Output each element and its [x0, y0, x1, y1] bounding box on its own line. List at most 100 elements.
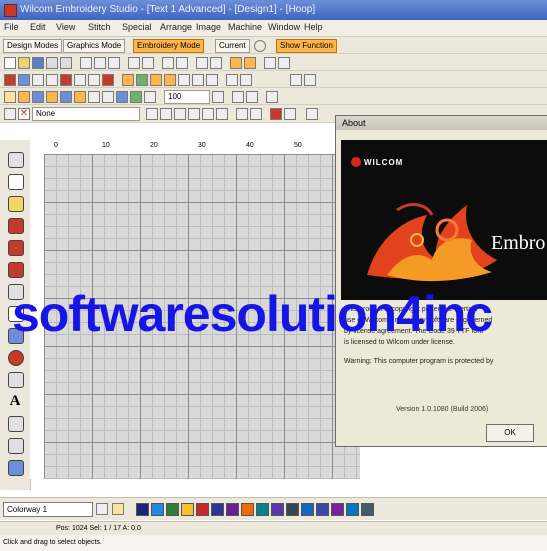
colorway-dropdown-icon[interactable]: [96, 503, 108, 515]
menu-edit[interactable]: Edit: [30, 22, 46, 32]
zoom-box-icon[interactable]: [196, 57, 208, 69]
current-button[interactable]: Current: [215, 39, 250, 53]
scale-icon[interactable]: [46, 91, 58, 103]
palette-icon[interactable]: [112, 503, 124, 515]
redo-icon[interactable]: [142, 57, 154, 69]
zoom-field[interactable]: 100: [164, 90, 210, 104]
monogram-icon[interactable]: [192, 74, 204, 86]
grid-icon[interactable]: [254, 40, 266, 52]
travel-icon[interactable]: [290, 74, 302, 86]
delete-icon[interactable]: [246, 91, 258, 103]
color-swatch[interactable]: [196, 503, 209, 516]
rotate-icon[interactable]: [32, 91, 44, 103]
lettering-icon[interactable]: [178, 74, 190, 86]
menu-help[interactable]: Help: [304, 22, 323, 32]
cut-icon[interactable]: [80, 57, 92, 69]
pen-tool-icon[interactable]: [8, 196, 24, 212]
fill-tool-icon[interactable]: [8, 262, 24, 278]
undo-icon[interactable]: [128, 57, 140, 69]
team-names-tool-icon[interactable]: [8, 438, 24, 454]
fill-icon[interactable]: [122, 74, 134, 86]
lock-icon[interactable]: [102, 91, 114, 103]
applique-icon[interactable]: [206, 74, 218, 86]
entry-exit-icon[interactable]: [202, 108, 214, 120]
menu-window[interactable]: Window: [268, 22, 300, 32]
graphics-mode-button[interactable]: Graphics Mode: [63, 39, 126, 53]
color-swatch[interactable]: [166, 503, 179, 516]
reshape-tool-icon[interactable]: [8, 174, 24, 190]
insert-icon[interactable]: [232, 91, 244, 103]
open-icon[interactable]: [18, 57, 30, 69]
embroidery-mode-button[interactable]: Embroidery Mode: [133, 39, 205, 53]
monogram-tool-icon[interactable]: [8, 416, 24, 432]
density-icon[interactable]: [250, 108, 262, 120]
menu-arrange[interactable]: Arrange: [160, 22, 192, 32]
show-hoop-icon[interactable]: [88, 74, 100, 86]
menu-image[interactable]: Image: [196, 22, 221, 32]
design-modes-button[interactable]: Design Modes: [3, 39, 63, 53]
stitch-angle-icon[interactable]: [188, 108, 200, 120]
menu-special[interactable]: Special: [122, 22, 152, 32]
paste-icon[interactable]: [108, 57, 120, 69]
image-tool-icon[interactable]: [8, 460, 24, 476]
outline-icon[interactable]: [18, 74, 30, 86]
save-icon[interactable]: [32, 57, 44, 69]
pointer-tool-icon[interactable]: [8, 152, 24, 168]
record-icon[interactable]: [270, 108, 282, 120]
color-swatch[interactable]: [226, 503, 239, 516]
show-grid-icon[interactable]: [74, 74, 86, 86]
running-icon[interactable]: [164, 74, 176, 86]
color-swatch[interactable]: [286, 503, 299, 516]
fabric-icon[interactable]: [284, 108, 296, 120]
prop-icon[interactable]: [146, 108, 158, 120]
measure-icon[interactable]: [264, 57, 276, 69]
ungroup-icon[interactable]: [88, 91, 100, 103]
overlap-icon[interactable]: [266, 91, 278, 103]
color-swatch[interactable]: [331, 503, 344, 516]
hoop-icon[interactable]: [244, 57, 256, 69]
stitch-icon[interactable]: [4, 74, 16, 86]
join-icon[interactable]: [174, 108, 186, 120]
group-icon[interactable]: [74, 91, 86, 103]
menu-machine[interactable]: Machine: [228, 22, 262, 32]
trim-icon[interactable]: [216, 108, 228, 120]
show-images-icon[interactable]: [60, 74, 72, 86]
branch-icon[interactable]: [240, 74, 252, 86]
menu-view[interactable]: View: [56, 22, 75, 32]
ellipse-tool-icon[interactable]: [8, 350, 24, 366]
color-swatch[interactable]: [211, 503, 224, 516]
transform-icon[interactable]: [4, 91, 16, 103]
color-swatch[interactable]: [361, 503, 374, 516]
color-swatch[interactable]: [151, 503, 164, 516]
calc-icon[interactable]: [306, 108, 318, 120]
zoom-in-icon[interactable]: [162, 57, 174, 69]
color-swatch[interactable]: [346, 503, 359, 516]
color-swatch[interactable]: [136, 503, 149, 516]
color-swatch[interactable]: [181, 503, 194, 516]
tatami-icon[interactable]: [150, 74, 162, 86]
color-icon[interactable]: [236, 108, 248, 120]
colorway-select[interactable]: Colorway 1: [3, 502, 93, 517]
weld-icon[interactable]: [116, 91, 128, 103]
color-swatch[interactable]: [271, 503, 284, 516]
ok-button[interactable]: OK: [486, 424, 534, 442]
circle-tool-icon[interactable]: [8, 372, 24, 388]
preview-icon[interactable]: [60, 57, 72, 69]
show-function-button[interactable]: Show Function: [276, 39, 337, 53]
zoom-out-icon[interactable]: [176, 57, 188, 69]
text-tool-icon[interactable]: A: [8, 394, 22, 409]
menu-stitch[interactable]: Stitch: [88, 22, 111, 32]
menu-file[interactable]: File: [4, 22, 19, 32]
split-icon[interactable]: [160, 108, 172, 120]
color-swatch[interactable]: [256, 503, 269, 516]
dropdown-icon[interactable]: [212, 91, 224, 103]
color-swatch[interactable]: [301, 503, 314, 516]
sequence-icon[interactable]: [144, 91, 156, 103]
slow-redraw-icon[interactable]: [304, 74, 316, 86]
show-outlines-icon[interactable]: [46, 74, 58, 86]
mirror-icon[interactable]: [18, 91, 30, 103]
print-icon[interactable]: [46, 57, 58, 69]
grid-toggle-icon[interactable]: [230, 57, 242, 69]
pan-icon[interactable]: [210, 57, 222, 69]
show-stitches-icon[interactable]: [32, 74, 44, 86]
